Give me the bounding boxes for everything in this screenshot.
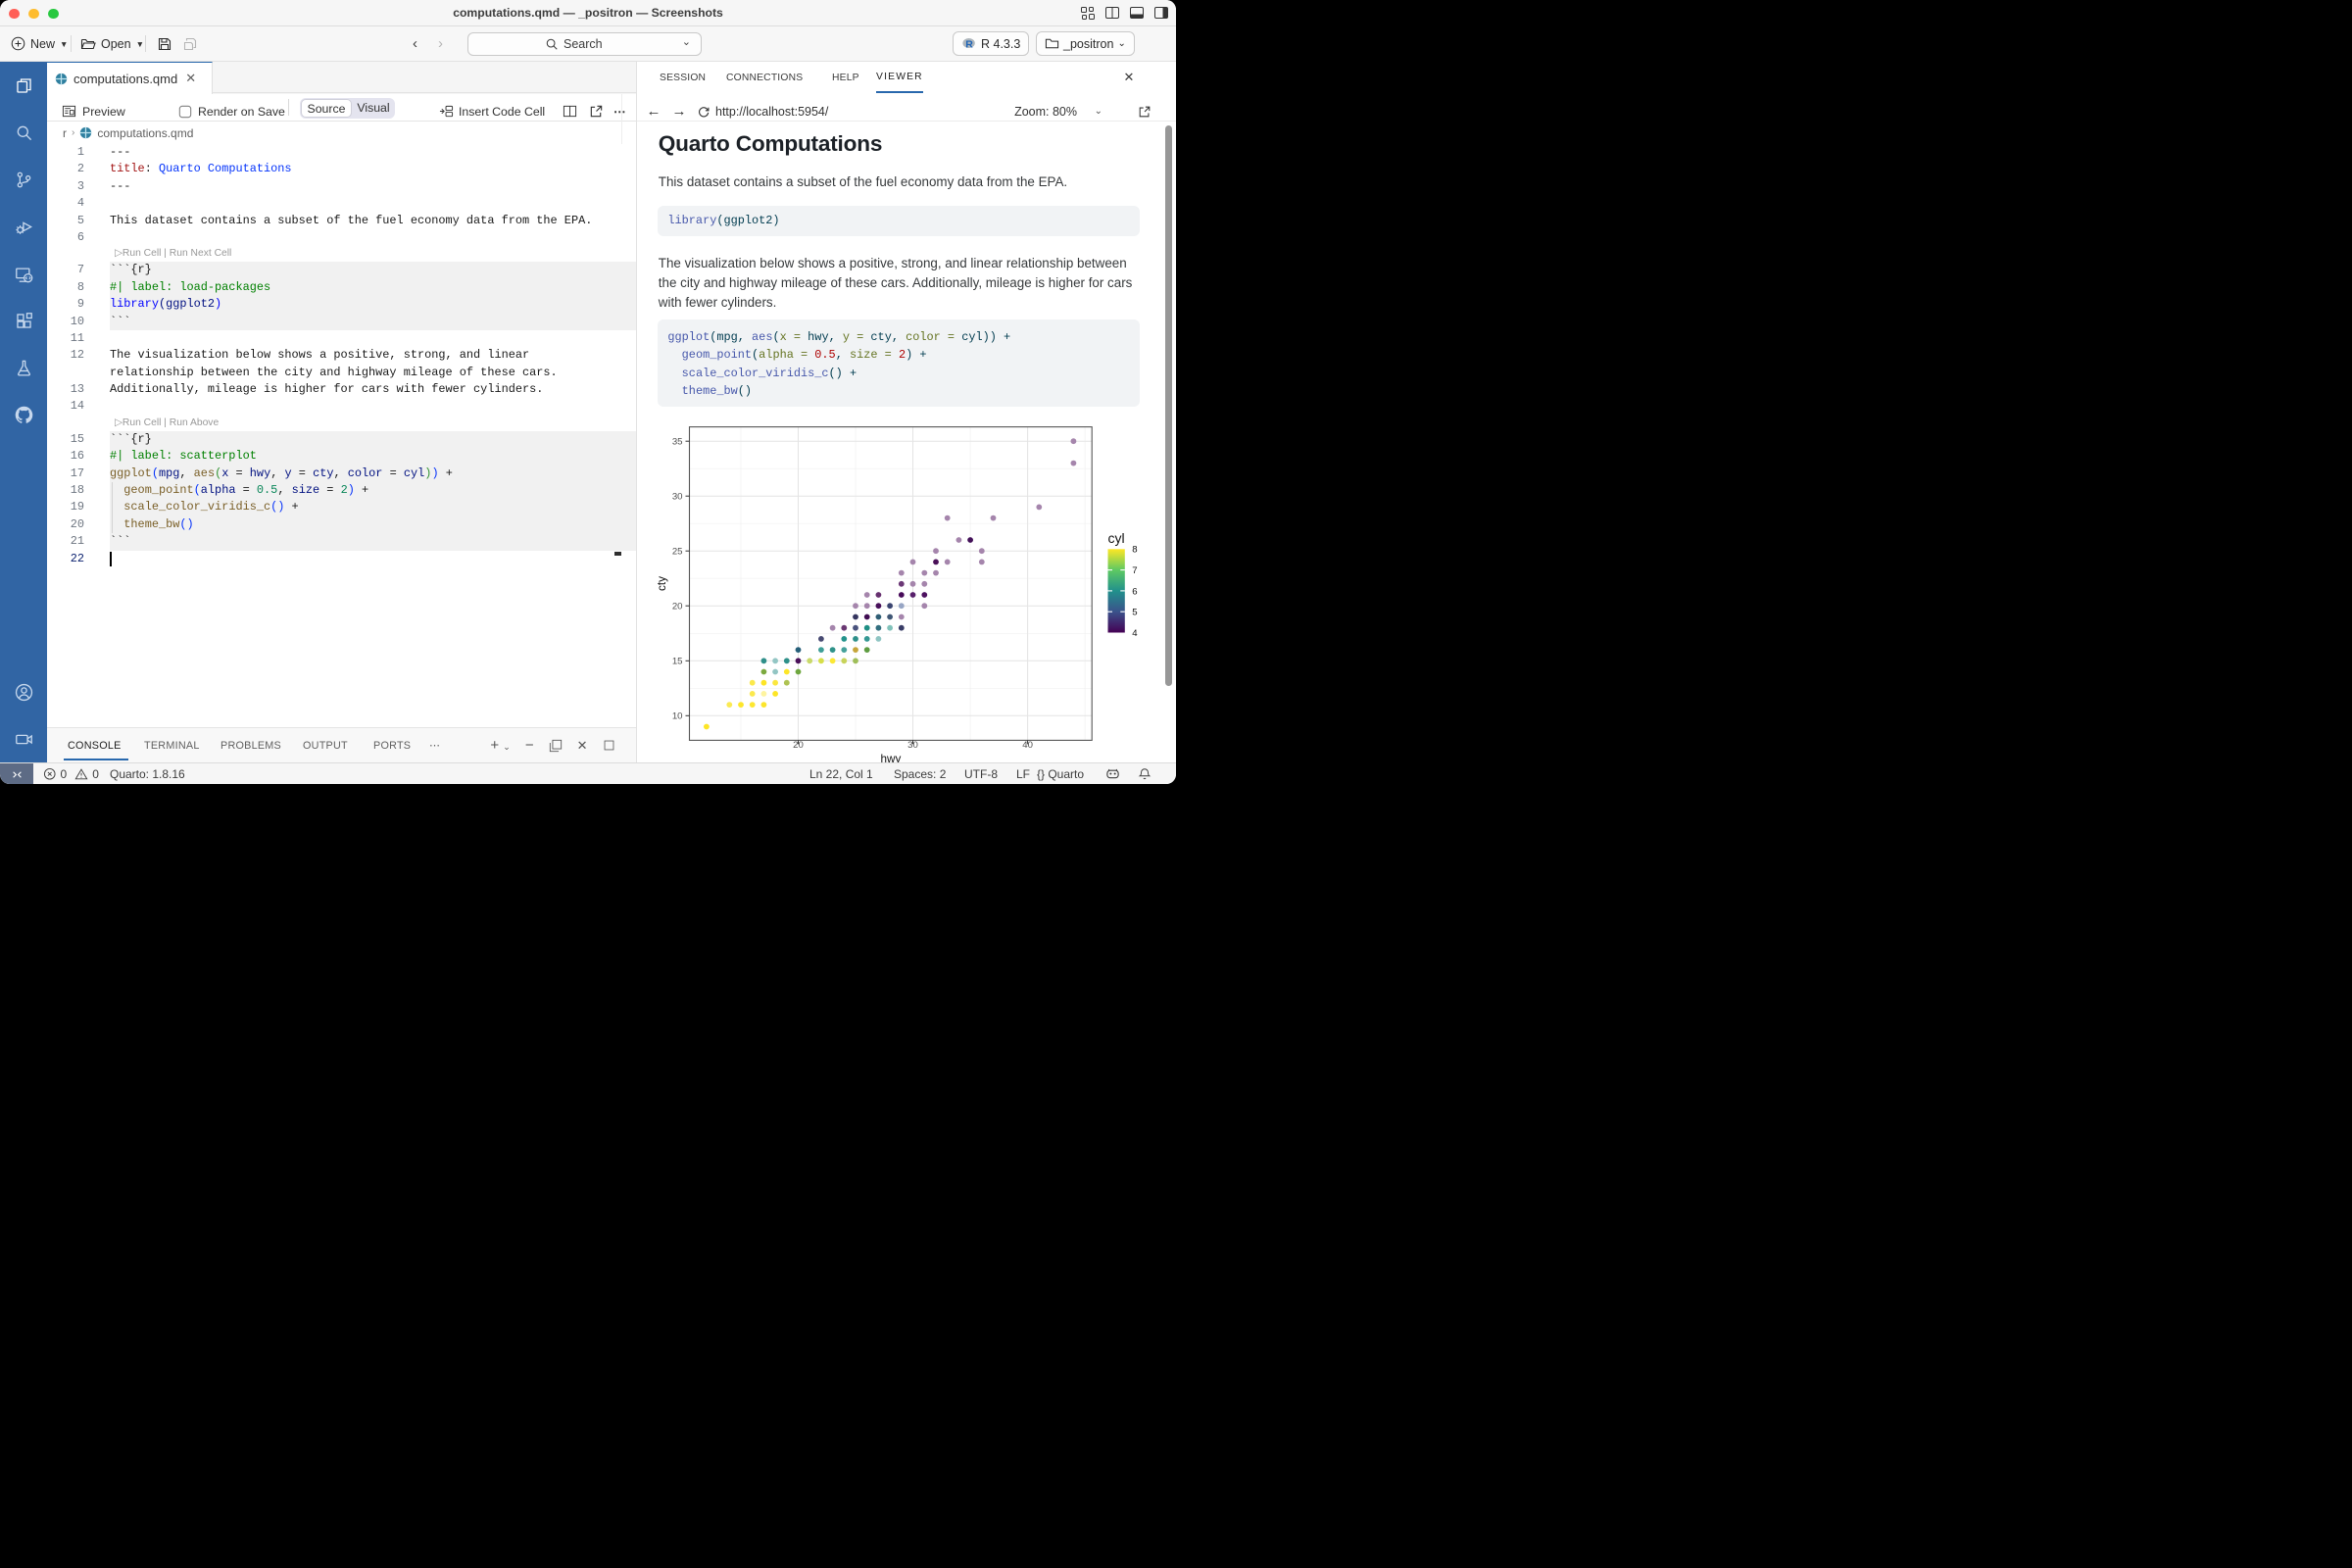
svg-text:4: 4: [1132, 628, 1138, 639]
svg-text:cty: cty: [656, 576, 668, 591]
svg-text:30: 30: [907, 740, 918, 751]
svg-text:6: 6: [1132, 586, 1137, 597]
svg-text:10: 10: [672, 711, 683, 722]
svg-text:8: 8: [1132, 545, 1137, 556]
svg-text:30: 30: [672, 492, 683, 503]
svg-text:5: 5: [1132, 608, 1137, 618]
svg-text:cyl: cyl: [1108, 530, 1125, 546]
svg-text:20: 20: [672, 602, 683, 612]
svg-text:15: 15: [672, 657, 683, 667]
svg-text:35: 35: [672, 437, 683, 448]
svg-text:7: 7: [1132, 565, 1137, 576]
svg-text:40: 40: [1022, 740, 1033, 751]
svg-text:hwy: hwy: [881, 753, 902, 762]
svg-text:25: 25: [672, 547, 683, 558]
svg-text:R: R: [965, 38, 973, 50]
svg-text:20: 20: [793, 740, 804, 751]
